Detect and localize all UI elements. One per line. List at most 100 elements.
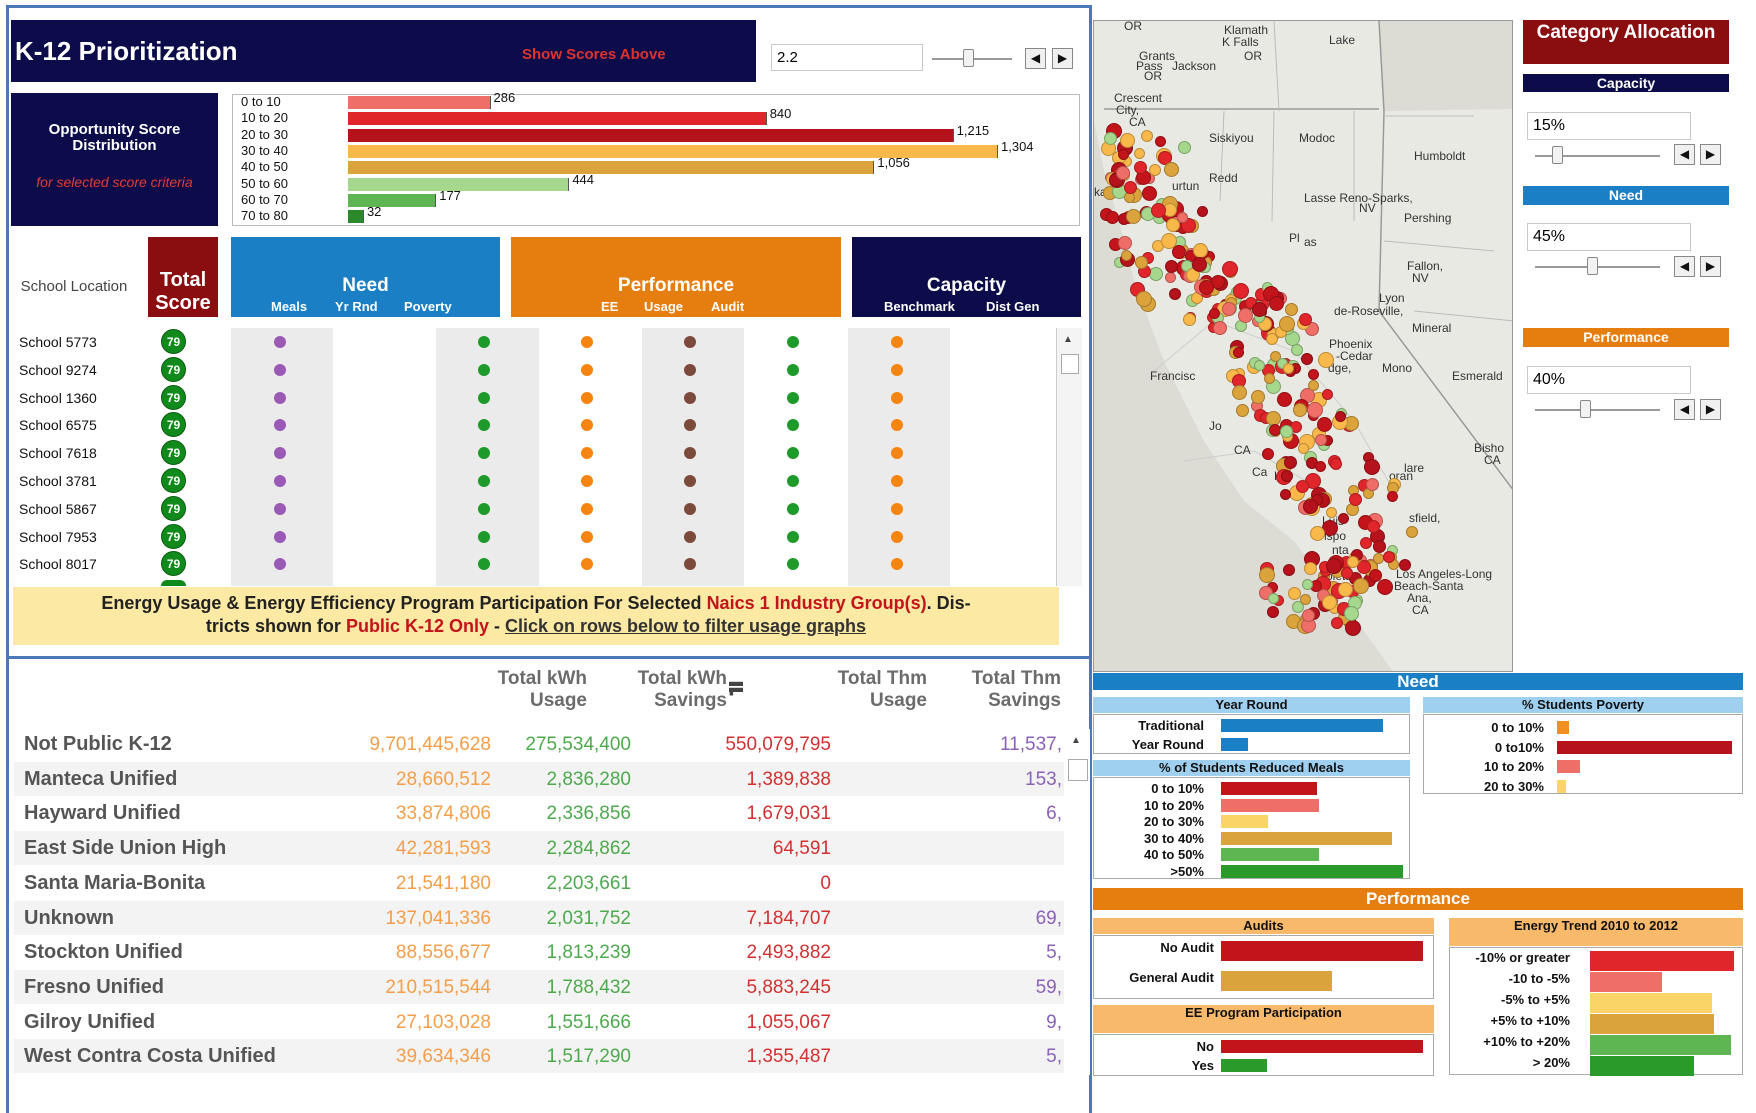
capacity-header[interactable]: Capacity Benchmark Dist Gen: [852, 237, 1081, 317]
map-pin[interactable]: [1330, 616, 1343, 629]
need-header[interactable]: Need Meals Yr Rnd Poverty: [231, 237, 500, 317]
need-next-button[interactable]: ▶: [1700, 256, 1721, 277]
bar[interactable]: [1590, 951, 1734, 971]
school-row[interactable]: School 5773 79: [14, 328, 1054, 356]
capacity-next-button[interactable]: ▶: [1700, 144, 1721, 165]
map-pin[interactable]: [1177, 140, 1191, 154]
sort-icon[interactable]: ▬ ▬ ▪: [729, 674, 743, 700]
map-pin[interactable]: [1299, 593, 1311, 605]
usage-row[interactable]: Not Public K-12 9,701,445,628 275,534,400 5…: [14, 727, 1064, 761]
map-pin[interactable]: [1263, 372, 1275, 384]
map-pin[interactable]: [1386, 490, 1398, 502]
usage-scroll-thumb[interactable]: [1068, 759, 1088, 781]
map-pin[interactable]: [1307, 379, 1319, 391]
map-pin[interactable]: [1367, 519, 1381, 533]
bar[interactable]: [1590, 993, 1713, 1013]
usage-row[interactable]: Manteca Unified 28,660,512 2,836,280 1,389,…: [14, 761, 1064, 796]
map-pin[interactable]: [1277, 391, 1293, 407]
map-pin[interactable]: [1321, 389, 1333, 401]
year-round-chart[interactable]: Traditional Year Round: [1093, 714, 1410, 754]
banner-filter-link[interactable]: Click on rows below to filter usage grap…: [505, 616, 866, 636]
map-pin[interactable]: [1302, 608, 1316, 622]
score-slider-thumb[interactable]: [963, 49, 974, 67]
map-pin[interactable]: [1142, 185, 1158, 201]
performance-prev-button[interactable]: ◀: [1674, 399, 1695, 420]
bar[interactable]: [1221, 1059, 1268, 1072]
map-pin[interactable]: [1232, 346, 1244, 358]
bar[interactable]: [1221, 782, 1318, 795]
performance-allocation-input[interactable]: [1527, 366, 1691, 394]
map-pin[interactable]: [1117, 236, 1132, 251]
school-row[interactable]: School 5867 79: [14, 495, 1054, 523]
bar[interactable]: [1221, 864, 1403, 878]
map-pin[interactable]: [1154, 136, 1166, 148]
usage-row[interactable]: Santa Maria-Bonita 21,541,180 2,203,661 0: [14, 865, 1064, 900]
th-kwh-usage[interactable]: Total kWh Usage: [460, 668, 587, 712]
usage-row[interactable]: Stockton Unified 88,556,677 1,813,239 2,493…: [14, 935, 1064, 970]
school-table-scrollbar[interactable]: ▲: [1056, 328, 1082, 586]
capacity-slider-thumb[interactable]: [1552, 146, 1563, 164]
school-row[interactable]: School 7618 79: [14, 439, 1054, 467]
map-pin[interactable]: [1377, 578, 1394, 595]
school-map[interactable]: OR Klamath K Falls OR Lake Grants Pass Jackson O…: [1093, 20, 1513, 672]
dist-bar[interactable]: [348, 128, 954, 142]
need-slider-thumb[interactable]: [1587, 257, 1598, 275]
school-row[interactable]: School 6575 79: [14, 411, 1054, 439]
bar[interactable]: [1590, 1056, 1694, 1076]
map-pin[interactable]: [1282, 362, 1294, 374]
map-pin[interactable]: [1267, 605, 1280, 618]
dist-bar[interactable]: [348, 161, 875, 175]
bar[interactable]: [1221, 941, 1423, 961]
bar[interactable]: [1221, 848, 1320, 861]
map-pin[interactable]: [1303, 498, 1319, 514]
map-pin[interactable]: [1196, 205, 1208, 217]
map-pin[interactable]: [1279, 315, 1296, 332]
performance-next-button[interactable]: ▶: [1700, 399, 1721, 420]
bar[interactable]: [1557, 779, 1566, 793]
dist-bar[interactable]: [348, 96, 491, 109]
school-row[interactable]: School 3781 79: [14, 467, 1054, 495]
map-pin[interactable]: [1337, 513, 1349, 525]
usage-row[interactable]: West Contra Costa Unified 39,634,346 1,517…: [14, 1039, 1064, 1074]
performance-slider-track[interactable]: [1535, 409, 1660, 411]
bar[interactable]: [1221, 971, 1333, 991]
map-pin[interactable]: [1119, 133, 1135, 149]
map-pin[interactable]: [1135, 290, 1152, 307]
need-prev-button[interactable]: ◀: [1674, 256, 1695, 277]
capacity-allocation-input[interactable]: [1527, 112, 1691, 140]
map-pin[interactable]: [1330, 457, 1343, 470]
dist-bar[interactable]: [348, 210, 364, 224]
th-thm-savings[interactable]: Total Thm Savings: [934, 668, 1061, 712]
usage-row[interactable]: Fresno Unified 210,515,544 1,788,432 5,883,…: [14, 969, 1064, 1004]
audits-chart[interactable]: No Audit General Audit: [1093, 935, 1434, 999]
map-pin[interactable]: [1222, 301, 1237, 316]
ee-program-chart[interactable]: No Yes: [1093, 1034, 1434, 1076]
map-pin[interactable]: [1182, 312, 1196, 326]
usage-row[interactable]: Hayward Unified 33,874,806 2,336,856 1,679,…: [14, 796, 1064, 831]
bar[interactable]: [1557, 740, 1732, 754]
map-pin[interactable]: [1317, 351, 1334, 368]
map-pin[interactable]: [1105, 211, 1119, 225]
school-scroll-thumb[interactable]: [1061, 354, 1079, 374]
school-row[interactable]: School 9274 79: [14, 356, 1054, 384]
need-allocation-input[interactable]: [1527, 223, 1691, 251]
th-kwh-savings[interactable]: Total kWh Savings: [600, 668, 727, 712]
bar[interactable]: [1590, 1014, 1714, 1034]
bar[interactable]: [1557, 760, 1580, 773]
map-pin[interactable]: [1299, 312, 1313, 326]
score-next-button[interactable]: ▶: [1052, 48, 1073, 69]
map-pin[interactable]: [1302, 578, 1314, 590]
map-pin[interactable]: [1149, 163, 1162, 176]
score-prev-button[interactable]: ◀: [1025, 48, 1046, 69]
map-pin[interactable]: [1365, 477, 1379, 491]
performance-slider-thumb[interactable]: [1580, 400, 1591, 418]
bar[interactable]: [1221, 1040, 1423, 1053]
performance-header[interactable]: Performance EE Usage Audit: [511, 237, 841, 317]
map-pin[interactable]: [1372, 540, 1386, 554]
map-pin[interactable]: [1295, 480, 1309, 494]
map-pin[interactable]: [1231, 384, 1247, 400]
bar[interactable]: [1590, 972, 1662, 992]
bar[interactable]: [1221, 738, 1248, 751]
bar[interactable]: [1590, 1035, 1732, 1055]
map-pin[interactable]: [1149, 266, 1164, 281]
